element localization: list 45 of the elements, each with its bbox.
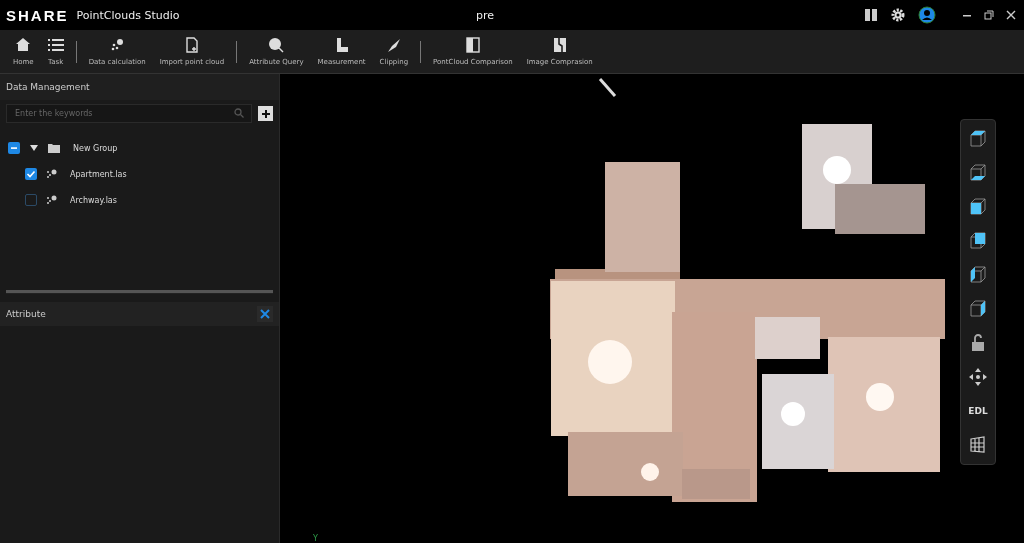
file-plus-icon	[183, 37, 200, 53]
close-icon[interactable]	[1006, 10, 1016, 20]
search-icon	[268, 37, 285, 53]
checkbox[interactable]	[25, 168, 37, 180]
tree-item[interactable]: Apartment.las	[0, 161, 279, 187]
search-icon	[234, 108, 244, 118]
image-compare-icon	[551, 37, 568, 53]
cube-icon	[968, 163, 988, 183]
axis-label: Y	[313, 534, 318, 543]
window-title: pre	[476, 8, 496, 22]
cube-icon	[968, 231, 988, 251]
dots-icon	[46, 169, 57, 179]
checkbox[interactable]	[8, 142, 20, 154]
search-field[interactable]: Enter the keywords	[6, 104, 252, 123]
cube-icon	[968, 265, 988, 285]
cube-icon	[968, 129, 988, 149]
tree-item[interactable]: New Group	[0, 135, 279, 161]
app-logo: SHARE	[6, 6, 69, 24]
user-avatar-icon[interactable]	[918, 6, 936, 24]
move-icon	[968, 367, 988, 387]
panel-title: Data Management	[0, 74, 279, 100]
checkbox[interactable]	[25, 194, 37, 206]
compare-icon	[464, 37, 481, 53]
panel-title: Attribute	[6, 309, 46, 319]
view-tool-button[interactable]: EDL	[963, 394, 993, 428]
menu-icon	[47, 37, 64, 53]
home-icon	[15, 37, 32, 53]
folder-icon	[48, 143, 60, 153]
plus-icon	[259, 107, 272, 120]
cube-icon	[968, 299, 988, 319]
dots-icon	[46, 195, 57, 205]
caret-icon[interactable]	[29, 143, 39, 153]
app-name: PointClouds Studio	[76, 8, 180, 22]
scrollbar-thumb[interactable]	[6, 290, 273, 293]
check-icon	[26, 169, 36, 179]
close-icon	[260, 309, 270, 319]
restore-icon[interactable]	[984, 10, 994, 20]
settings-icon[interactable]	[890, 7, 906, 23]
knife-icon	[385, 37, 402, 53]
grid-icon	[968, 435, 988, 455]
dots-icon	[109, 37, 126, 53]
tree-item[interactable]: Archway.las	[0, 187, 279, 213]
close-button[interactable]	[257, 306, 273, 322]
add-folder-button[interactable]	[258, 106, 273, 121]
cube-icon	[968, 197, 988, 217]
